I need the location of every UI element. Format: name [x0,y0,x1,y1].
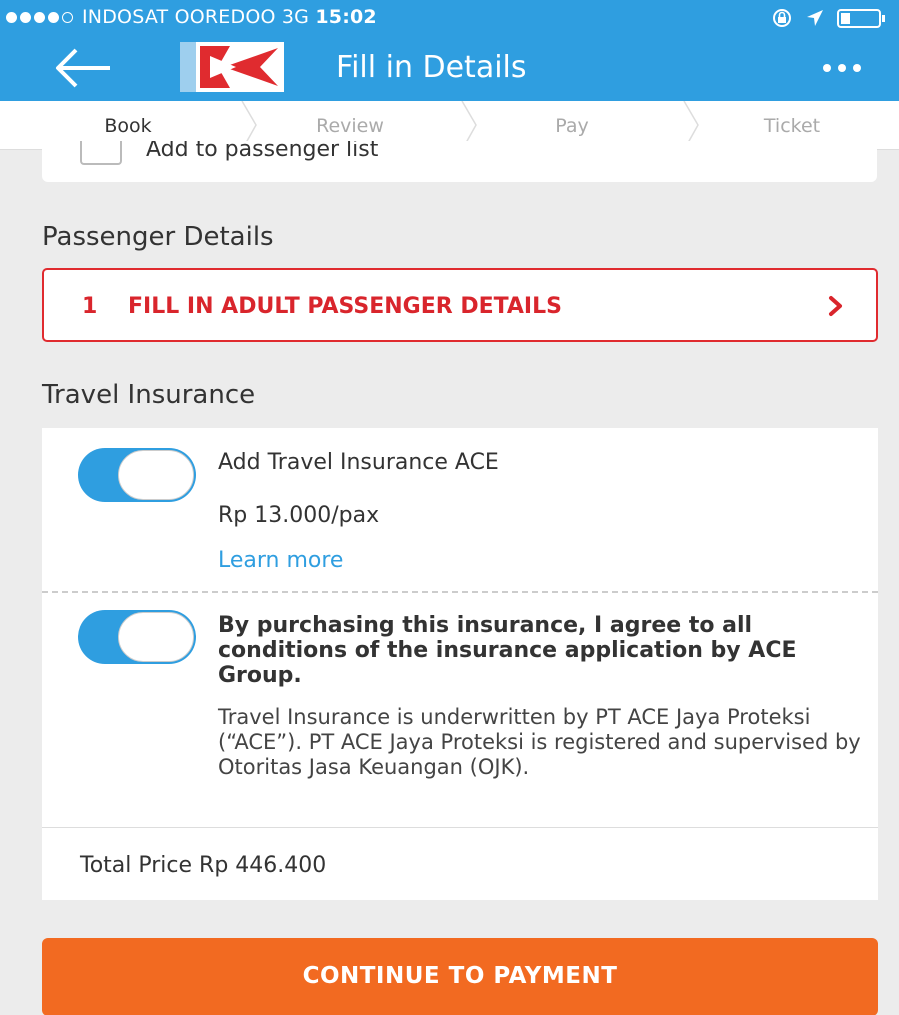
airline-logo [180,42,284,92]
toggle-knob [118,450,194,500]
nav-bar: Fill in Details [0,36,899,101]
carrier-name: INDOSAT OOREDOO [82,6,276,28]
total-price: Total Price Rp 446.400 [80,853,327,878]
signal-strength-icon [6,12,73,23]
add-to-passenger-list-checkbox[interactable] [80,141,122,165]
fill-adult-passenger-label: FILL IN ADULT PASSENGER DETAILS [128,294,562,319]
step-book: Book [104,115,152,137]
contact-card: Add to passenger list [42,141,877,182]
chevron-right-icon [829,296,842,316]
clock: 15:02 [315,6,377,28]
more-options-icon[interactable] [823,64,861,72]
insurance-agreement-text: By purchasing this insurance, I agree to… [218,613,797,688]
divider [42,827,878,828]
insurance-underwriter-text: Travel Insurance is underwritten by PT A… [218,705,861,779]
passenger-number: 1 [82,294,98,319]
travel-insurance-card: Add Travel Insurance ACE Rp 13.000/pax L… [42,428,878,900]
network-type: 3G [281,6,310,28]
location-arrow-icon [807,10,823,26]
status-bar: INDOSAT OOREDOO 3G 15:02 [0,0,899,36]
travel-insurance-heading: Travel Insurance [42,380,256,410]
battery-icon [837,8,885,28]
add-to-passenger-list-label: Add to passenger list [146,141,379,162]
step-ticket: Ticket [763,115,821,137]
airline-logo-icon [180,42,284,92]
add-insurance-toggle[interactable] [78,448,196,502]
orientation-lock-icon [773,9,791,27]
toggle-knob [118,612,194,662]
divider [42,591,878,593]
passenger-details-heading: Passenger Details [42,222,274,252]
back-arrow-icon[interactable] [50,42,114,94]
app-header: INDOSAT OOREDOO 3G 15:02 Fill in Details [0,0,899,101]
step-pay: Pay [555,115,589,137]
status-icons [771,8,885,28]
learn-more-link[interactable]: Learn more [218,548,343,573]
insurance-price: Rp 13.000/pax [218,503,380,528]
continue-to-payment-button[interactable]: CONTINUE TO PAYMENT [42,938,878,1015]
agree-terms-toggle[interactable] [78,610,196,664]
fill-adult-passenger-button[interactable]: 1 FILL IN ADULT PASSENGER DETAILS [42,268,878,342]
insurance-name: Add Travel Insurance ACE [218,450,499,475]
step-review: Review [316,115,384,137]
carrier-info: INDOSAT OOREDOO 3G 15:02 [82,6,377,28]
page-title: Fill in Details [336,50,527,85]
